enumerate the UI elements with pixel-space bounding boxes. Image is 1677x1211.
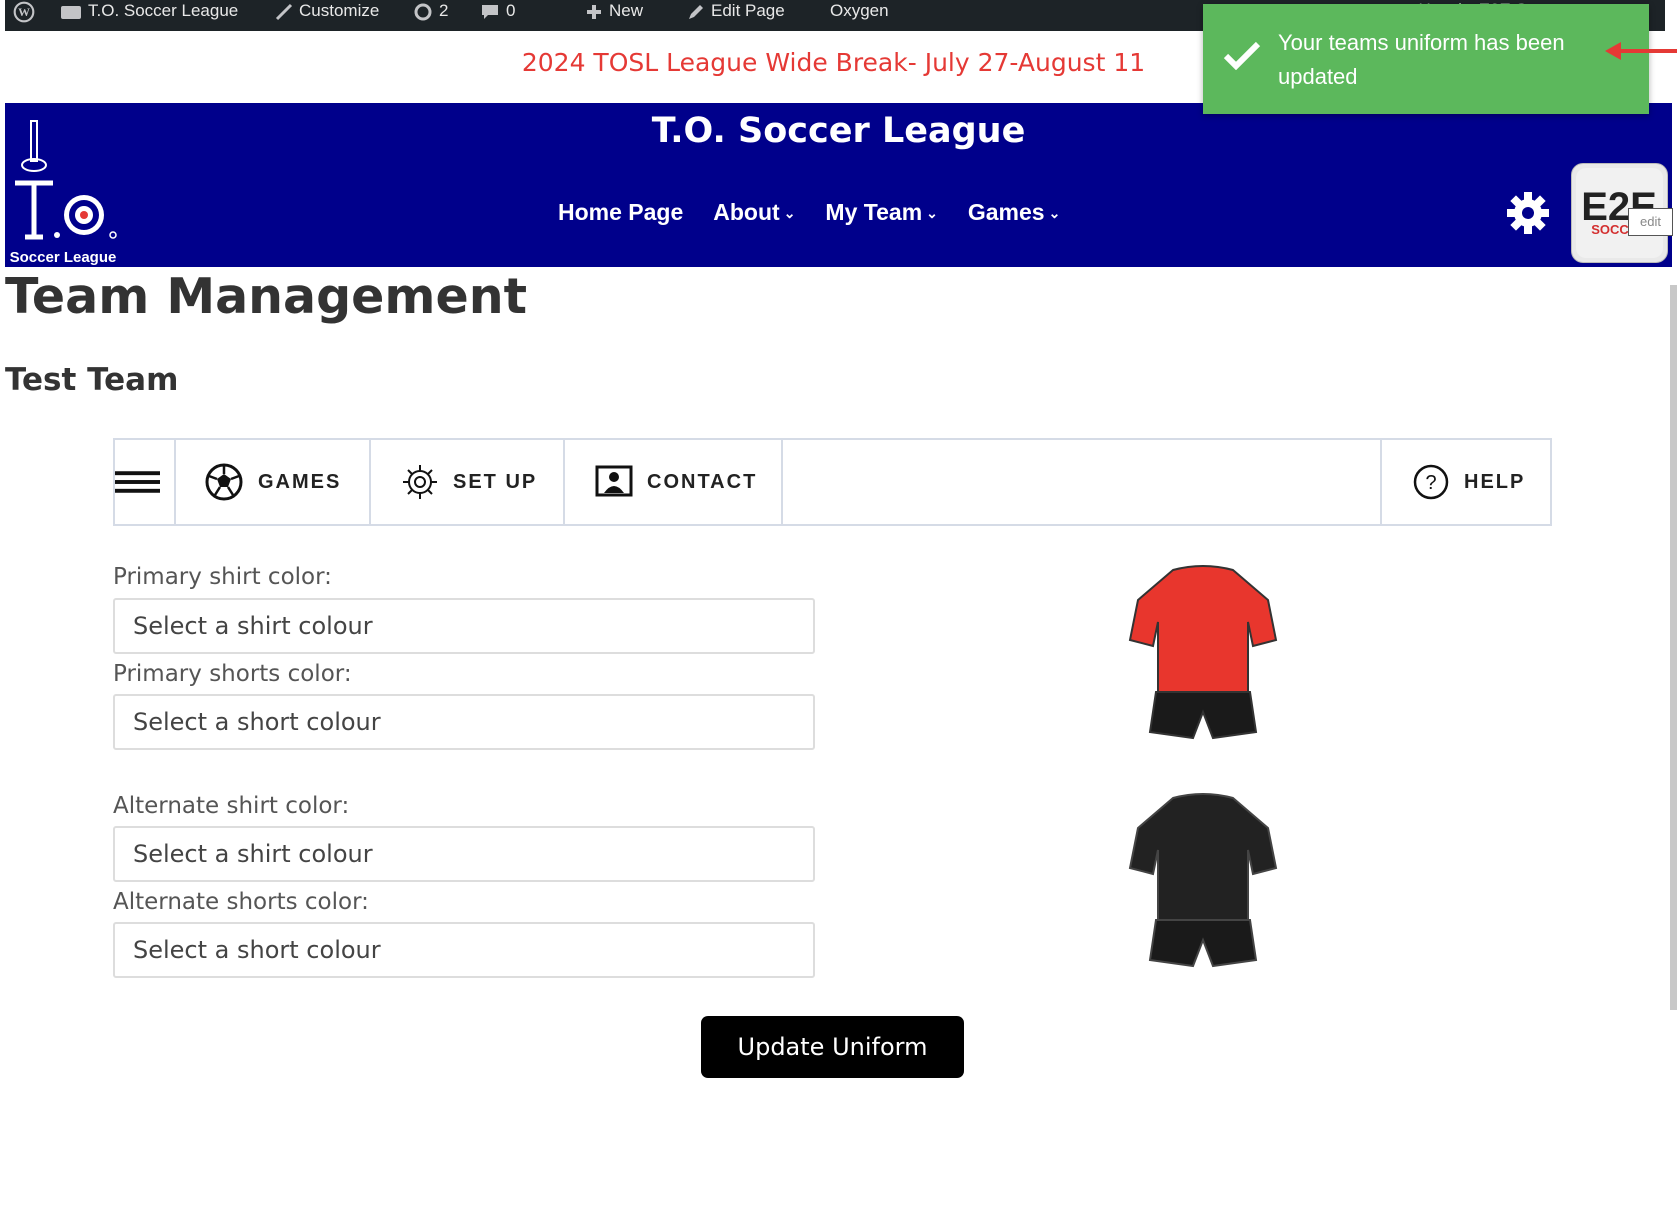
site-title[interactable]: T.O. Soccer League (5, 111, 1672, 151)
plus-icon (587, 4, 601, 19)
help-icon: ? (1413, 464, 1449, 500)
admin-edit-page-label: Edit Page (711, 1, 785, 20)
team-name: Test Team (5, 362, 179, 398)
admin-comments-link[interactable]: 0 (480, 0, 515, 31)
wordpress-icon[interactable]: W (11, 0, 43, 31)
nav-about-label: About (713, 199, 780, 225)
settings-gear-icon[interactable] (1505, 190, 1551, 236)
admin-updates-link[interactable]: 2 (413, 0, 448, 31)
update-uniform-button[interactable]: Update Uniform (701, 1016, 964, 1078)
tab-help[interactable]: ? HELP (1382, 440, 1550, 524)
tab-bar-spacer (783, 440, 1382, 524)
main-nav: Home Page About ⌄ My Team ⌄ Games ⌄ (558, 199, 1060, 226)
admin-site-link[interactable]: T.O. Soccer League (60, 0, 238, 31)
primary-kit-preview (1128, 565, 1278, 740)
primary-shorts-select[interactable]: Select a short colour (113, 694, 815, 750)
red-arrow-icon (1605, 42, 1677, 60)
primary-shirt-label: Primary shirt color: (113, 564, 332, 590)
brush-icon (275, 3, 293, 20)
page-scrollbar[interactable] (1670, 285, 1677, 1010)
nav-games-label: Games (967, 199, 1045, 225)
primary-shirt-image (1128, 565, 1278, 698)
chevron-down-icon: ⌄ (783, 205, 796, 222)
success-toast: Your teams uniform has been updated (1203, 4, 1649, 114)
site-header: T.O. Soccer League Soccer League Home Pa… (5, 103, 1673, 267)
primary-shorts-image (1148, 691, 1258, 740)
tab-games-label: GAMES (258, 470, 342, 493)
tab-contact[interactable]: CONTACT (565, 440, 783, 524)
nav-about[interactable]: About ⌄ (713, 199, 795, 226)
pencil-icon (689, 4, 703, 19)
alternate-shirt-image (1128, 793, 1278, 926)
comment-icon (482, 4, 498, 19)
edit-link[interactable]: edit (1628, 208, 1673, 236)
admin-new-label: New (609, 1, 644, 20)
alternate-kit-preview (1128, 793, 1278, 968)
updates-icon (414, 3, 432, 21)
tab-games[interactable]: GAMES (176, 440, 371, 524)
admin-customize-link[interactable]: Customize (275, 0, 379, 31)
primary-shirt-select[interactable]: Select a shirt colour (113, 598, 815, 654)
admin-oxygen-link[interactable]: Oxygen (830, 0, 889, 31)
svg-text:W: W (18, 5, 30, 19)
toast-message: Your teams uniform has been updated (1278, 30, 1565, 89)
nav-my-team-label: My Team (825, 199, 923, 225)
page-title: Team Management (5, 268, 528, 325)
checkmark-icon (1223, 41, 1261, 70)
alternate-shorts-image (1148, 919, 1258, 968)
logo-text: Soccer League (10, 249, 117, 265)
nav-home-page[interactable]: Home Page (558, 199, 683, 226)
nav-my-team[interactable]: My Team ⌄ (825, 199, 937, 226)
admin-site-label: T.O. Soccer League (88, 1, 239, 20)
tab-help-label: HELP (1464, 470, 1526, 493)
league-logo-icon[interactable]: Soccer League (7, 119, 119, 265)
alternate-shorts-label: Alternate shorts color: (113, 889, 369, 915)
tab-setup-label: SET UP (453, 470, 538, 493)
admin-customize-label: Customize (299, 1, 380, 20)
hamburger-menu-button[interactable] (115, 440, 176, 524)
nav-games[interactable]: Games ⌄ (968, 199, 1060, 226)
hamburger-icon (115, 471, 160, 493)
gear-icon (403, 465, 437, 499)
tab-contact-label: CONTACT (647, 470, 758, 493)
tab-setup[interactable]: SET UP (371, 440, 565, 524)
primary-shorts-label: Primary shorts color: (113, 661, 352, 687)
soccer-ball-icon (205, 463, 243, 501)
svg-text:?: ? (1425, 472, 1436, 494)
chevron-down-icon: ⌄ (1048, 205, 1061, 222)
nav-home-page-label: Home Page (558, 199, 684, 225)
admin-edit-page-link[interactable]: Edit Page (687, 0, 785, 31)
chevron-down-icon: ⌄ (926, 205, 938, 222)
alternate-shorts-select[interactable]: Select a short colour (113, 922, 815, 978)
alternate-shirt-select[interactable]: Select a shirt colour (113, 826, 815, 882)
contact-card-icon (595, 465, 633, 497)
admin-updates-count: 2 (439, 1, 449, 20)
admin-comments-count: 0 (506, 1, 516, 20)
alternate-shirt-label: Alternate shirt color: (113, 793, 350, 819)
admin-new-link[interactable]: New (585, 0, 643, 31)
dashboard-icon (61, 5, 81, 19)
team-tab-bar: GAMES SET UP CONTACT ? HELP (113, 438, 1552, 526)
